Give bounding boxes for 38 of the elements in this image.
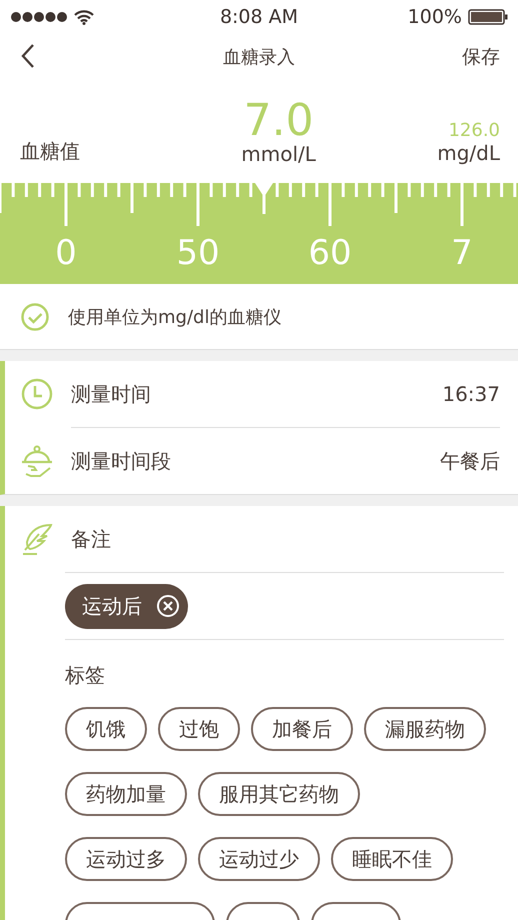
section-title: 标签 (65, 662, 106, 689)
unit-label: mg/dL (437, 141, 500, 165)
tag-chip[interactable]: 服用其它药物 (198, 772, 360, 816)
tag-chip[interactable]: 加餐后 (251, 707, 353, 751)
period-value[interactable]: 午餐后 (440, 448, 500, 474)
clock-icon (21, 378, 53, 410)
time-value[interactable]: 16:37 (442, 382, 500, 406)
save-button[interactable]: 保存 (462, 44, 500, 70)
scale-label: 0 (55, 232, 77, 275)
checkbox[interactable] (20, 302, 50, 332)
reading-label: 血糖值 (20, 138, 80, 165)
field-label: 测量时间 (71, 380, 152, 408)
tag-chip[interactable]: 漏服药物 (364, 707, 486, 751)
status-time: 8:08 AM (220, 6, 298, 28)
unit-label: mmol/L (241, 143, 316, 165)
section-title: 备注 (71, 526, 111, 552)
battery-icon (468, 9, 508, 25)
selected-tag[interactable]: 运动后 (65, 584, 188, 628)
converted-value: 126.0 (448, 120, 500, 141)
tag-chip[interactable]: 饥饿 (65, 707, 147, 751)
signal-icon (10, 11, 68, 23)
remove-icon[interactable] (156, 594, 180, 618)
glucose-value: 7.0 (244, 99, 314, 143)
wifi-icon (74, 10, 94, 24)
page-title: 血糖录入 (222, 46, 296, 69)
scale-label: 7 (451, 232, 473, 275)
tag-chip[interactable]: 药物加量 (65, 772, 187, 816)
feather-icon (20, 522, 54, 556)
tag-chip[interactable]: 运动过少 (198, 837, 320, 881)
tag-chip[interactable]: 过饱 (158, 707, 240, 751)
food-cover-icon (20, 444, 54, 478)
scale-label: 60 (308, 232, 352, 275)
scale-label: 50 (176, 232, 220, 275)
tag-chip[interactable]: 运动过多 (65, 837, 187, 881)
tag-chip[interactable]: 睡眠不佳 (331, 837, 453, 881)
option-label: 使用单位为mg/dl的血糖仪 (68, 306, 282, 328)
field-label: 测量时间段 (71, 448, 172, 474)
battery-percent: 100% (408, 6, 462, 28)
